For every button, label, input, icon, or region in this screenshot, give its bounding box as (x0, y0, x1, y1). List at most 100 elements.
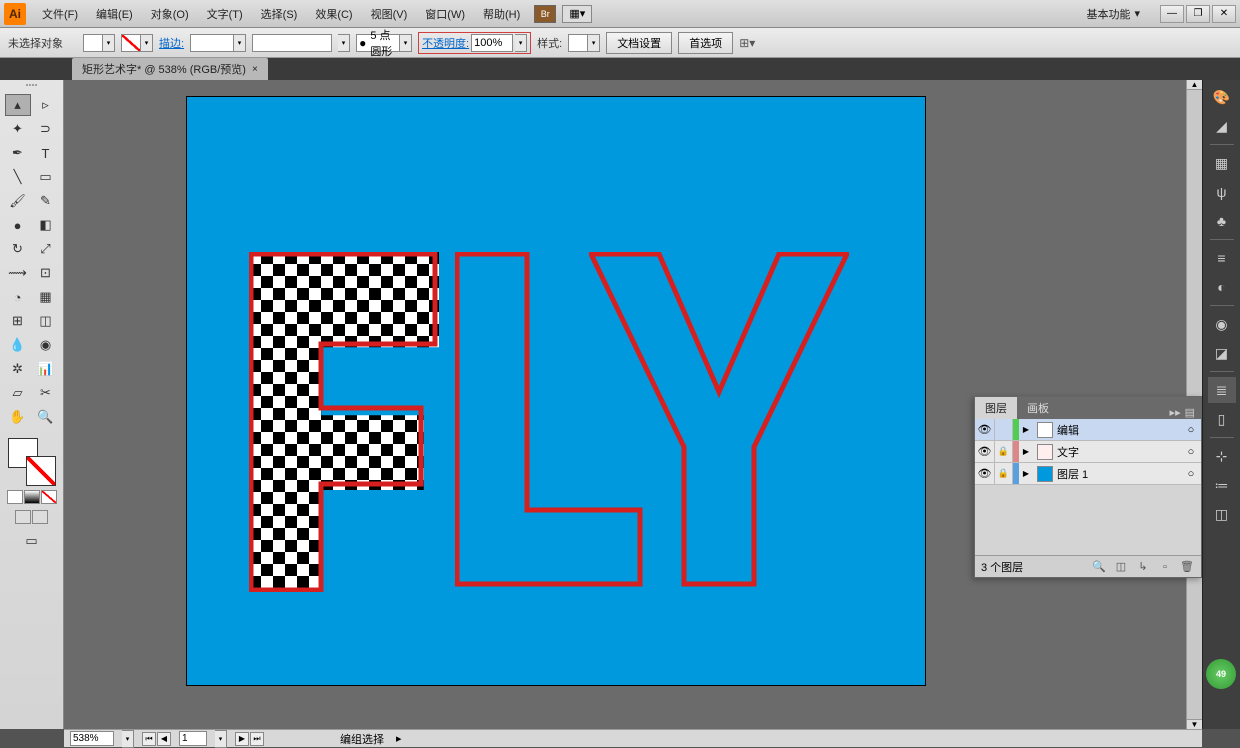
menu-help[interactable]: 帮助(H) (475, 3, 528, 25)
menu-view[interactable]: 视图(V) (363, 3, 416, 25)
layer-name[interactable]: 编辑 (1057, 422, 1181, 438)
zoom-input[interactable] (70, 731, 114, 746)
color-guide-icon[interactable]: ◢ (1208, 113, 1236, 139)
lock-toggle[interactable]: 🔒 (995, 463, 1013, 484)
expand-toggle[interactable]: ▶ (1019, 425, 1033, 434)
zoom-tool[interactable]: 🔍 (33, 406, 59, 428)
visibility-toggle[interactable]: 👁 (975, 463, 995, 484)
pen-tool[interactable]: ✒ (5, 142, 31, 164)
appearance-panel-icon[interactable]: ◪ (1208, 340, 1236, 366)
brushes-panel-icon[interactable]: ψ (1208, 179, 1236, 205)
slice-tool[interactable]: ✂ (33, 382, 59, 404)
graph-tool[interactable]: 📊 (33, 358, 59, 380)
stroke-panel-icon[interactable]: ≡ (1208, 245, 1236, 271)
document-setup-button[interactable]: 文档设置 (606, 32, 672, 54)
color-panel-icon[interactable]: 🎨 (1208, 84, 1236, 110)
mesh-tool[interactable]: ⊞ (5, 310, 31, 332)
visibility-toggle[interactable]: 👁 (975, 419, 995, 440)
style-swatch[interactable]: ▾ (568, 34, 600, 52)
artboard-number-input[interactable] (179, 731, 207, 746)
lasso-tool[interactable]: ⊃ (33, 118, 59, 140)
layer-row[interactable]: 👁 🔒 ▶ 文字 ○ (975, 441, 1201, 463)
free-transform-tool[interactable]: ⊡ (33, 262, 59, 284)
layer-name[interactable]: 图层 1 (1057, 466, 1181, 482)
layer-name[interactable]: 文字 (1057, 444, 1181, 460)
last-artboard-button[interactable]: ⏭ (250, 732, 264, 746)
delete-layer-icon[interactable]: 🗑 (1179, 559, 1195, 575)
opacity-link[interactable]: 不透明度: (422, 35, 469, 51)
first-artboard-button[interactable]: ⏮ (142, 732, 156, 746)
blend-tool[interactable]: ◉ (33, 334, 59, 356)
width-tool[interactable]: ⟿ (5, 262, 31, 284)
transparency-panel-icon[interactable]: ◉ (1208, 311, 1236, 337)
panel-menu-icon[interactable]: ▤ (1185, 406, 1195, 419)
brush-select[interactable] (252, 34, 332, 52)
pathfinder-panel-icon[interactable]: ◫ (1208, 501, 1236, 527)
menu-object[interactable]: 对象(O) (143, 3, 197, 25)
lock-toggle[interactable] (995, 419, 1013, 440)
layer-target[interactable]: ○ (1181, 424, 1201, 436)
arrange-docs-button[interactable]: ▦▾ (562, 5, 592, 23)
selection-tool[interactable]: ▴ (5, 94, 31, 116)
make-clipping-mask-icon[interactable]: ◫ (1113, 559, 1129, 575)
opacity-dropdown[interactable]: ▾ (515, 34, 527, 52)
bridge-button[interactable]: Br (534, 5, 556, 23)
color-mode-solid[interactable] (7, 490, 23, 504)
stroke-swatch[interactable]: ▾ (121, 34, 153, 52)
layer-target[interactable]: ○ (1181, 468, 1201, 480)
gradient-tool[interactable]: ◫ (33, 310, 59, 332)
align-panel-icon[interactable]: ≔ (1208, 472, 1236, 498)
tab-layers[interactable]: 图层 (975, 397, 1017, 419)
panel-collapse-icon[interactable]: ▸▸ (1170, 406, 1181, 419)
stroke-link[interactable]: 描边: (159, 35, 184, 51)
layer-row[interactable]: 👁 ▶ 编辑 ○ (975, 419, 1201, 441)
screen-mode-normal[interactable] (15, 510, 31, 524)
type-tool[interactable]: T (33, 142, 59, 164)
line-tool[interactable]: ╲ (5, 166, 31, 188)
tab-artboards[interactable]: 画板 (1017, 397, 1059, 419)
artboard-dropdown[interactable]: ▾ (215, 730, 227, 748)
color-mode-gradient[interactable] (24, 490, 40, 504)
menu-window[interactable]: 窗口(W) (417, 3, 473, 25)
brush-dropdown[interactable]: ▾ (338, 34, 350, 52)
panel-grip[interactable] (12, 84, 52, 90)
align-icon[interactable]: ⊞▾ (739, 36, 759, 50)
shape-builder-tool[interactable]: ◔ (5, 286, 31, 308)
opacity-input[interactable] (471, 34, 513, 52)
swatches-panel-icon[interactable]: ▦ (1208, 150, 1236, 176)
layer-row[interactable]: 👁 🔒 ▶ 图层 1 ○ (975, 463, 1201, 485)
zoom-dropdown[interactable]: ▾ (122, 730, 134, 748)
menu-effect[interactable]: 效果(C) (307, 3, 360, 25)
fill-swatch[interactable]: ▾ (83, 34, 115, 52)
artboard-tool[interactable]: ▱ (5, 382, 31, 404)
menu-file[interactable]: 文件(F) (34, 3, 86, 25)
transform-panel-icon[interactable]: ⊹ (1208, 443, 1236, 469)
rectangle-tool[interactable]: ▭ (33, 166, 59, 188)
artboards-panel-icon[interactable]: ▯ (1208, 406, 1236, 432)
paintbrush-tool[interactable]: 🖌 (5, 190, 31, 212)
maximize-button[interactable]: ❐ (1186, 5, 1210, 23)
layers-panel-icon[interactable]: ≣ (1208, 377, 1236, 403)
locate-object-icon[interactable]: 🔍 (1091, 559, 1107, 575)
new-sublayer-icon[interactable]: ↳ (1135, 559, 1151, 575)
menu-type[interactable]: 文字(T) (199, 3, 251, 25)
gradient-panel-icon[interactable]: ◐ (1208, 274, 1236, 300)
expand-toggle[interactable]: ▶ (1019, 469, 1033, 478)
direct-selection-tool[interactable]: ▹ (33, 94, 59, 116)
stroke-weight-input[interactable]: ▾ (190, 34, 246, 52)
stroke-color[interactable] (26, 456, 56, 486)
close-button[interactable]: ✕ (1212, 5, 1236, 23)
eyedropper-tool[interactable]: 💧 (5, 334, 31, 356)
menu-edit[interactable]: 编辑(E) (88, 3, 141, 25)
visibility-toggle[interactable]: 👁 (975, 441, 995, 462)
symbols-panel-icon[interactable]: ♣ (1208, 208, 1236, 234)
scale-tool[interactable]: ⤢ (33, 238, 59, 260)
symbol-sprayer-tool[interactable]: ✲ (5, 358, 31, 380)
hand-tool[interactable]: ✋ (5, 406, 31, 428)
new-layer-icon[interactable]: ▫ (1157, 559, 1173, 575)
screen-mode-full[interactable] (32, 510, 48, 524)
eraser-tool[interactable]: ◧ (33, 214, 59, 236)
document-tab[interactable]: 矩形艺术字* @ 538% (RGB/预览) × (72, 58, 268, 80)
layer-target[interactable]: ○ (1181, 446, 1201, 458)
next-artboard-button[interactable]: ▶ (235, 732, 249, 746)
